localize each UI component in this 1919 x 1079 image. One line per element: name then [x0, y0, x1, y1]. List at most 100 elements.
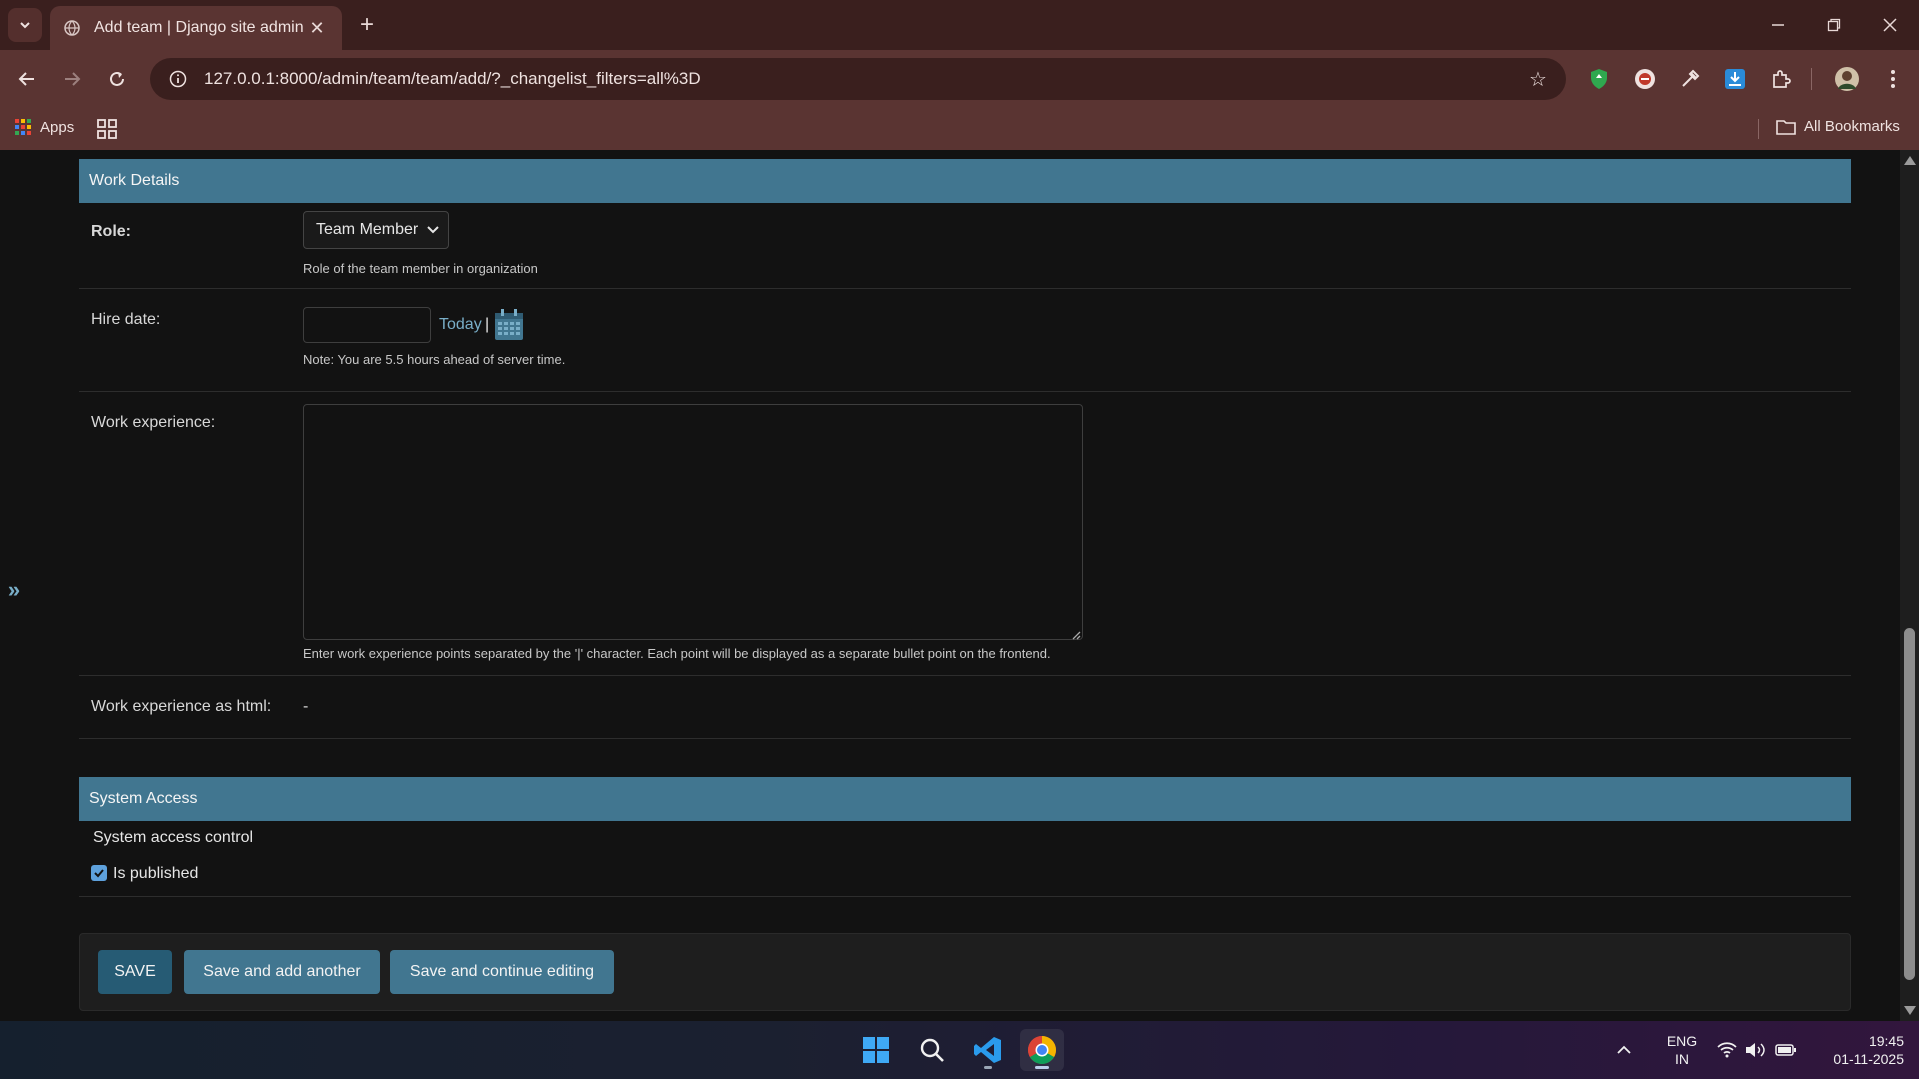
close-window-button[interactable] [1862, 0, 1918, 50]
work-details-header: Work Details [79, 159, 1851, 203]
devtools-extension-icon[interactable] [1628, 62, 1662, 96]
all-bookmarks-label: All Bookmarks [1804, 118, 1900, 135]
hire-date-label: Hire date: [91, 311, 161, 328]
download-extension-icon[interactable] [1718, 62, 1752, 96]
show-hidden-icons-button[interactable] [1610, 1029, 1638, 1071]
search-icon [920, 1038, 944, 1062]
hire-date-note: Note: You are 5.5 hours ahead of server … [303, 352, 566, 367]
tab-groups-icon[interactable] [96, 118, 118, 140]
running-indicator [984, 1066, 992, 1069]
clock-time: 19:45 [1868, 1033, 1904, 1049]
browser-toolbar: 127.0.0.1:8000/admin/team/team/add/?_cha… [0, 50, 1919, 108]
vscode-taskbar-button[interactable] [966, 1029, 1010, 1071]
nav-sidebar-toggle[interactable]: » [0, 570, 28, 610]
input-language-indicator[interactable]: ENG IN [1660, 1032, 1704, 1068]
search-button[interactable] [910, 1029, 954, 1071]
minimize-icon [1772, 24, 1784, 26]
chevron-down-icon [20, 22, 30, 29]
restore-icon [1827, 18, 1841, 32]
battery-icon [1775, 1044, 1796, 1056]
form-row-work-experience-html: Work experience as html: - [79, 676, 1851, 739]
apps-label: Apps [40, 118, 75, 136]
toolbar-divider [1811, 68, 1812, 90]
profile-avatar[interactable] [1830, 62, 1864, 96]
apps-shortcut[interactable]: Apps [14, 118, 74, 136]
work-experience-label: Work experience: [91, 414, 216, 431]
form-row-hire-date: Hire date: Today | Note: You are 5.5 hou… [79, 289, 1851, 392]
page-scrollbar[interactable] [1900, 150, 1919, 1021]
is-published-label[interactable]: Is published [113, 865, 198, 883]
system-access-description: System access control [93, 829, 254, 846]
chevron-down-icon [427, 226, 439, 234]
close-icon [1883, 18, 1897, 32]
scroll-thumb[interactable] [1904, 628, 1915, 980]
bookmark-star-icon[interactable]: ☆ [1518, 67, 1558, 92]
tab-close-icon[interactable]: ✕ [306, 18, 328, 39]
restore-button[interactable] [1806, 0, 1862, 50]
role-label: Role: [91, 223, 131, 240]
bookmarks-bar: Apps All Bookmarks [0, 108, 1919, 150]
arrow-right-icon [65, 72, 81, 86]
site-info-icon[interactable] [158, 70, 198, 88]
eyedropper-extension-icon[interactable] [1673, 62, 1707, 96]
back-button[interactable] [10, 62, 44, 96]
scroll-up-arrow[interactable] [1904, 156, 1916, 165]
hire-date-input[interactable] [303, 307, 431, 343]
clock-date: 01-11-2025 [1833, 1051, 1904, 1067]
apps-grid-icon [15, 119, 31, 135]
chrome-icon [1028, 1036, 1056, 1064]
form-row-role: Role: Team Member Role of the team membe… [79, 203, 1851, 289]
checkmark-icon [94, 869, 104, 878]
form-row-work-experience: Work experience: Enter work experience p… [79, 392, 1851, 676]
resize-grip-icon[interactable] [1071, 630, 1081, 640]
extensions-puzzle-icon[interactable] [1764, 62, 1798, 96]
clock[interactable]: 19:45 01-11-2025 [1810, 1032, 1910, 1068]
page-viewport: » Work Details Role: Team Member Role of… [0, 150, 1919, 1021]
role-help-text: Role of the team member in organization [303, 261, 538, 276]
save-and-add-another-button[interactable]: Save and add another [184, 950, 380, 994]
minimize-button[interactable] [1750, 0, 1806, 50]
save-and-continue-button[interactable]: Save and continue editing [390, 950, 614, 994]
scroll-down-arrow[interactable] [1904, 1006, 1916, 1015]
tab-search-button[interactable] [8, 8, 42, 42]
chrome-taskbar-button[interactable] [1020, 1029, 1064, 1071]
system-tray-quick-settings[interactable] [1712, 1029, 1802, 1071]
system-access-header: System Access [79, 777, 1851, 821]
forward-button[interactable] [55, 62, 89, 96]
browser-titlebar: Add team | Django site admin ✕ + [0, 0, 1919, 50]
work-experience-help: Enter work experience points separated b… [303, 646, 1051, 661]
reload-icon [110, 71, 124, 86]
globe-icon [64, 20, 80, 36]
is-published-checkbox[interactable] [91, 865, 107, 881]
role-selected-value: Team Member [316, 221, 419, 238]
browser-menu-icon[interactable] [1876, 62, 1910, 96]
language-code: ENG [1666, 1033, 1698, 1049]
arrow-left-icon [18, 72, 34, 86]
address-bar[interactable]: 127.0.0.1:8000/admin/team/team/add/?_cha… [150, 58, 1566, 100]
submit-row: SAVE Save and add another Save and conti… [79, 933, 1851, 1011]
tab-title: Add team | Django site admin [94, 19, 304, 36]
start-button[interactable] [854, 1029, 898, 1071]
windows-logo-icon [863, 1037, 889, 1063]
wifi-icon [1717, 1042, 1737, 1058]
volume-icon [1746, 1043, 1765, 1057]
save-button[interactable]: SAVE [98, 950, 172, 994]
today-separator: | [485, 316, 490, 333]
today-link[interactable]: Today [439, 316, 482, 334]
active-indicator [1035, 1066, 1049, 1069]
browser-tab-active[interactable]: Add team | Django site admin ✕ [50, 6, 342, 50]
folder-icon [1776, 119, 1796, 135]
vscode-icon [974, 1037, 1001, 1063]
reload-button[interactable] [100, 62, 134, 96]
work-experience-textarea[interactable] [303, 404, 1083, 640]
shield-extension-icon[interactable] [1582, 62, 1616, 96]
new-tab-button[interactable]: + [352, 10, 382, 40]
all-bookmarks-button[interactable]: All Bookmarks [1776, 118, 1900, 135]
calendar-icon[interactable] [494, 309, 524, 341]
form-row-is-published: Is published [79, 853, 1851, 897]
work-experience-html-value: - [303, 698, 309, 715]
role-select[interactable]: Team Member [303, 211, 449, 249]
bookmarks-divider [1758, 119, 1759, 139]
url-text[interactable]: 127.0.0.1:8000/admin/team/team/add/?_cha… [204, 69, 1518, 89]
chevron-up-icon [1617, 1045, 1631, 1054]
